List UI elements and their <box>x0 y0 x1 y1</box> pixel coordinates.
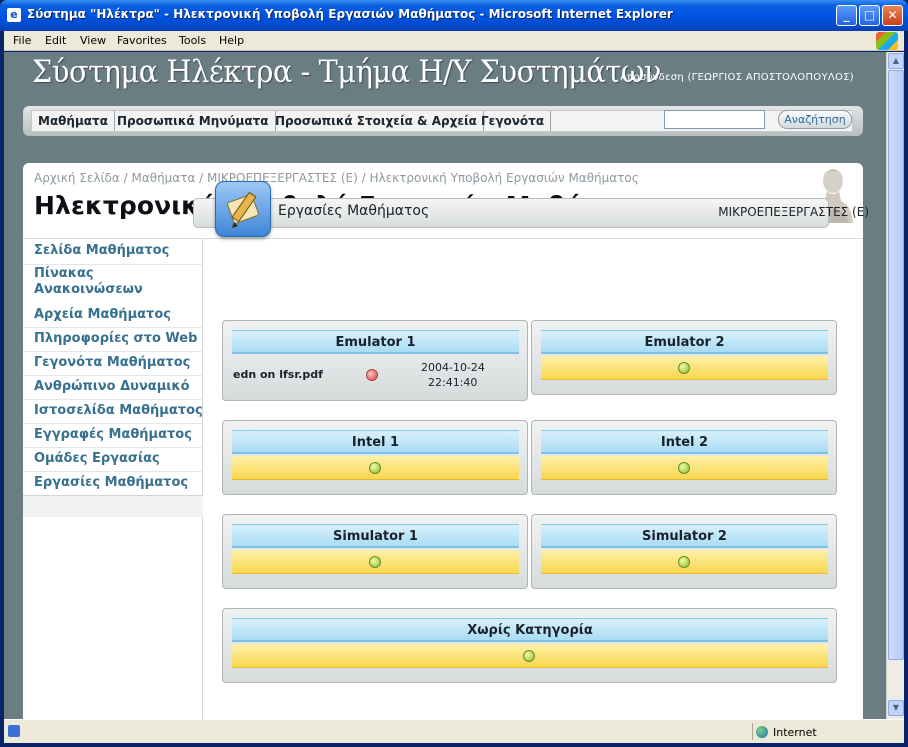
status-divider <box>752 723 753 740</box>
sidebar: Σελίδα Μαθήματος Πίνακας Ανακοινώσεων Αρ… <box>23 239 203 719</box>
sidebar-item-assignments[interactable]: Εργασίες Μαθήματος <box>23 472 203 496</box>
status-dot-icon <box>523 650 535 662</box>
window-title: Σύστημα "Ηλέκτρα" - Ηλεκτρονική Υποβολή … <box>27 7 673 21</box>
sidebar-item-enrollments[interactable]: Εγγραφές Μαθήματος <box>23 424 203 448</box>
nav-events[interactable]: Γεγονότα <box>475 111 552 131</box>
page-status-icon <box>8 725 20 737</box>
submission-file-link[interactable]: edn on lfsr.pdf <box>233 368 323 381</box>
submission-row[interactable] <box>541 356 828 380</box>
assignment-card: Simulator 1 <box>222 514 528 589</box>
assignment-title[interactable]: Simulator 2 <box>541 524 828 548</box>
minimize-icon[interactable]: _ <box>836 5 857 26</box>
statusbar: Internet <box>4 719 904 743</box>
logout-link[interactable]: Αποσύνδεση (ΓΕΩΡΓΙΟΣ ΑΠΟΣΤΟΛΟΠΟΥΛΟΣ) <box>620 72 854 83</box>
submission-row[interactable] <box>541 550 828 574</box>
maximize-icon[interactable]: □ <box>859 5 880 26</box>
scrollbar-thumb[interactable] <box>888 70 904 660</box>
menubar: File Edit View Favorites Tools Help <box>4 31 904 51</box>
assignment-title[interactable]: Intel 1 <box>232 430 519 454</box>
sidebar-item-course-files[interactable]: Αρχεία Μαθήματος <box>23 304 203 328</box>
submission-row[interactable] <box>232 644 828 668</box>
close-icon[interactable]: ✕ <box>882 5 903 26</box>
status-dot-icon <box>369 462 381 474</box>
scroll-down-icon[interactable]: ▼ <box>888 700 904 716</box>
status-dot-icon <box>678 362 690 374</box>
scroll-up-icon[interactable]: ▲ <box>888 53 904 69</box>
breadcrumb[interactable]: Αρχική Σελίδα / Μαθήματα / ΜΙΚΡΟΕΠΕΞΕΡΓΑ… <box>34 171 639 185</box>
submission-row[interactable] <box>232 456 519 480</box>
submission-row[interactable] <box>541 456 828 480</box>
menu-edit[interactable]: Edit <box>45 34 66 47</box>
assignments-pencil-icon <box>215 181 271 237</box>
submission-row: edn on lfsr.pdf 2004-10-24 22:41:40 <box>232 355 519 397</box>
assignment-card: Emulator 1 edn on lfsr.pdf 2004-10-24 22… <box>222 320 528 401</box>
status-dot-icon <box>366 369 378 381</box>
vertical-scrollbar[interactable]: ▲ ▼ <box>886 52 904 719</box>
nav-messages[interactable]: Προσωπικά Μηνύματα <box>111 111 276 131</box>
assignment-title[interactable]: Intel 2 <box>541 430 828 454</box>
menu-view[interactable]: View <box>80 34 106 47</box>
menu-favorites[interactable]: Favorites <box>117 34 167 47</box>
window-titlebar[interactable]: e Σύστημα "Ηλέκτρα" - Ηλεκτρονική Υποβολ… <box>0 0 908 31</box>
sidebar-item-course-events[interactable]: Γεγονότα Μαθήματος <box>23 352 203 376</box>
assignment-title[interactable]: Emulator 2 <box>541 330 828 354</box>
globe-icon <box>756 726 768 738</box>
search-button[interactable]: Αναζήτηση <box>778 110 852 129</box>
site-title: Σύστημα Ηλέκτρα - Τμήμα Η/Υ Συστημάτων <box>32 54 661 90</box>
menu-tools[interactable]: Tools <box>179 34 206 47</box>
nav-courses[interactable]: Μαθήματα <box>32 111 115 131</box>
assignment-title[interactable]: Simulator 1 <box>232 524 519 548</box>
assignment-title[interactable]: Χωρίς Κατηγορία <box>232 618 828 642</box>
section-title: Εργασίες Μαθήματος <box>278 203 430 219</box>
search-input[interactable] <box>664 110 765 129</box>
submission-time: 22:41:40 <box>428 376 478 389</box>
page-viewport: Σύστημα Ηλέκτρα - Τμήμα Η/Υ Συστημάτων Α… <box>4 52 886 719</box>
sidebar-item-staff[interactable]: Ανθρώπινο Δυναμικό <box>23 376 203 400</box>
assignment-card: Emulator 2 <box>531 320 837 395</box>
section-course: ΜΙΚΡΟΕΠΕΞΕΡΓΑΣΤΕΣ (Ε) <box>718 205 869 219</box>
status-dot-icon <box>678 462 690 474</box>
assignment-card: Simulator 2 <box>531 514 837 589</box>
assignment-card: Intel 1 <box>222 420 528 495</box>
submission-row[interactable] <box>232 550 519 574</box>
submission-date: 2004-10-24 <box>421 361 485 374</box>
menu-help[interactable]: Help <box>219 34 244 47</box>
assignment-card: Intel 2 <box>531 420 837 495</box>
sidebar-item-web-info[interactable]: Πληροφορίες στο Web <box>23 328 203 352</box>
sidebar-item-work-groups[interactable]: Ομάδες Εργασίας <box>23 448 203 472</box>
security-zone: Internet <box>773 726 817 739</box>
ie-icon: e <box>7 8 21 22</box>
assignment-title[interactable]: Emulator 1 <box>232 330 519 354</box>
sidebar-item-course-website[interactable]: Ιστοσελίδα Μαθήματος <box>23 400 203 424</box>
sidebar-item-announcements[interactable]: Πίνακας Ανακοινώσεων <box>23 266 173 302</box>
status-dot-icon <box>678 556 690 568</box>
sidebar-item-course-page[interactable]: Σελίδα Μαθήματος <box>23 241 203 265</box>
status-dot-icon <box>369 556 381 568</box>
assignment-card: Χωρίς Κατηγορία <box>222 608 837 683</box>
menu-file[interactable]: File <box>13 34 31 47</box>
sidebar-footer <box>23 495 203 517</box>
windows-logo-icon <box>876 32 898 50</box>
nav-personal-files[interactable]: Προσωπικά Στοιχεία & Αρχεία <box>269 111 484 131</box>
